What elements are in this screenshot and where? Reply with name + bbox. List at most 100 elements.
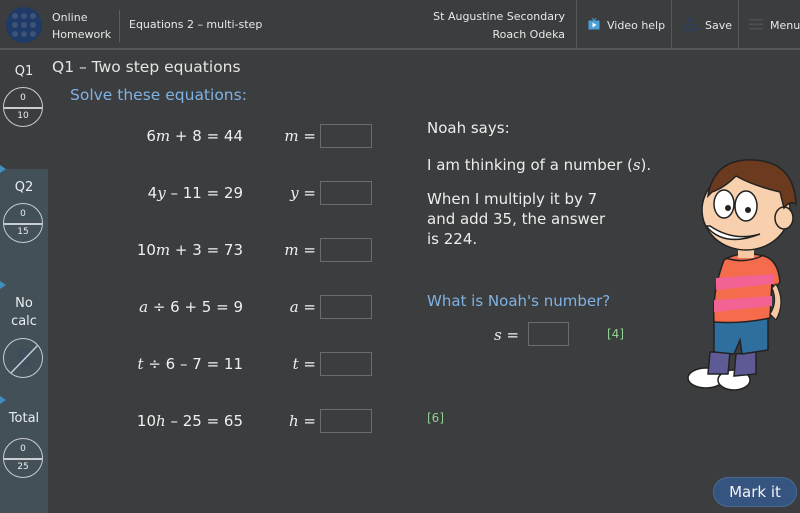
answer-variable: t (292, 355, 299, 373)
equation-text: 10h – 25 = 65 (137, 412, 243, 430)
hamburger-icon (749, 18, 763, 33)
top-bar: Online Homework Equations 2 – multi-step… (0, 0, 800, 50)
answer-label-s: s = (494, 326, 519, 344)
answer-input[interactable] (320, 181, 372, 205)
video-help-label: Video help (607, 18, 666, 32)
brand-line-2: Homework (52, 28, 112, 41)
student-name: Roach Odeka (492, 28, 565, 41)
problem-line-2: When I multiply it by 7 (427, 190, 598, 208)
answer-variable: y (290, 184, 299, 202)
equals-sign: = (303, 412, 316, 430)
answer-input[interactable] (320, 124, 372, 148)
problem-variable: s (632, 156, 641, 174)
video-help-button[interactable]: Video help (588, 0, 665, 50)
total-score-badge: 0 25 (3, 438, 43, 478)
q2-score-badge: 0 15 (3, 203, 43, 243)
save-button[interactable]: Save (681, 0, 733, 50)
equation-coefficient: 6 (146, 127, 156, 145)
header-divider (671, 0, 672, 50)
equation-coefficient: 10 (136, 412, 156, 430)
equation-row: t ÷ 6 – 7 = 11 t = (60, 352, 380, 378)
answer-variable: a (289, 298, 299, 316)
equals-sign: = (303, 355, 316, 373)
answer-input[interactable] (320, 352, 372, 376)
marks-label: [4] (607, 327, 624, 341)
answer-input[interactable] (320, 295, 372, 319)
problem-line-3: and add 35, the answer (427, 210, 606, 228)
brand-line-1: Online (52, 11, 88, 24)
problem-prompt: What is Noah's number? (427, 292, 611, 310)
q2-max: 15 (17, 227, 29, 237)
answer-label: t = (293, 355, 316, 373)
equation-variable: m (155, 127, 171, 145)
equals-sign: = (506, 326, 520, 344)
nocalc-line2: calc (11, 314, 37, 329)
equation-variable: y (157, 184, 166, 202)
equation-text: 4y – 11 = 29 (148, 184, 243, 202)
video-icon (588, 17, 600, 33)
header-divider (738, 0, 739, 50)
marks-label: [6] (427, 411, 444, 425)
equation-rest: + 8 = 44 (170, 127, 243, 145)
total-max: 25 (17, 462, 29, 472)
equals-sign: = (303, 127, 316, 145)
equation-row: 10h – 25 = 65 h = (60, 409, 380, 435)
problem-line-1-pre: I am thinking of a number ( (427, 156, 633, 174)
equation-text: 10m + 3 = 73 (137, 241, 243, 259)
answer-variable: m (284, 241, 299, 259)
answer-label: y = (290, 184, 316, 202)
header-divider (576, 0, 577, 50)
equation-row: 10m + 3 = 73 m = (60, 238, 380, 264)
problem-line-1: I am thinking of a number (s). (427, 155, 651, 175)
equation-text: a ÷ 6 + 5 = 9 (139, 298, 243, 316)
q1-label: Q1 (14, 64, 34, 79)
answer-label: m = (284, 241, 316, 259)
total-label: Total (8, 411, 40, 426)
q2-pointer-icon (0, 165, 6, 173)
menu-button[interactable]: Menu (749, 0, 800, 50)
equation-rest: – 25 = 65 (165, 412, 243, 430)
equation-coefficient: 10 (136, 241, 156, 259)
equals-sign: = (303, 298, 316, 316)
equation-text: t ÷ 6 – 7 = 11 (138, 355, 243, 373)
equation-variable: m (155, 241, 171, 259)
equation-variable: h (156, 412, 166, 430)
q1-max: 10 (17, 111, 29, 121)
app-logo-icon[interactable] (6, 7, 42, 43)
assignment-title: Equations 2 – multi-step (129, 18, 263, 31)
question-title: Q1 – Two step equations (52, 58, 241, 76)
menu-label: Menu (770, 18, 800, 32)
question-instruction: Solve these equations: (70, 86, 247, 104)
no-calculator-icon (3, 338, 43, 378)
q2-label: Q2 (14, 180, 34, 195)
answer-var: s (494, 326, 502, 344)
equation-rest: + 3 = 73 (170, 241, 243, 259)
answer-input[interactable] (320, 238, 372, 262)
equation-rest: – 11 = 29 (165, 184, 243, 202)
speaker-label: Noah says: (427, 119, 510, 137)
equation-row: 4y – 11 = 29 y = (60, 181, 380, 207)
equation-rest: ÷ 6 – 7 = 11 (143, 355, 243, 373)
answer-variable: m (284, 127, 299, 145)
question-sidebar: Q1 0 10 Q2 0 15 No calc Total 0 25 (0, 52, 48, 513)
equals-sign: = (303, 184, 316, 202)
answer-variable: h (288, 412, 299, 430)
total-score: 0 (20, 444, 26, 454)
upload-icon (681, 16, 699, 34)
answer-input[interactable] (320, 409, 372, 433)
equation-rest: ÷ 6 + 5 = 9 (148, 298, 243, 316)
nocalc-line1: No (15, 296, 33, 311)
noah-character-illustration (687, 159, 797, 391)
answer-label: h = (289, 412, 316, 430)
nocalc-pointer-icon (0, 281, 6, 289)
mark-it-button[interactable]: Mark it (713, 477, 797, 507)
save-label: Save (705, 18, 733, 32)
sidebar-item-q1[interactable]: Q1 0 10 (0, 52, 48, 167)
total-pointer-icon (0, 396, 6, 404)
equals-sign: = (303, 241, 316, 259)
equation-row: 6m + 8 = 44 m = (60, 124, 380, 150)
equation-variable: a (139, 298, 149, 316)
app-brand: Online Homework (52, 9, 111, 43)
answer-input-s[interactable] (528, 322, 569, 346)
user-info: St Augustine Secondary Roach Odeka (433, 8, 565, 44)
